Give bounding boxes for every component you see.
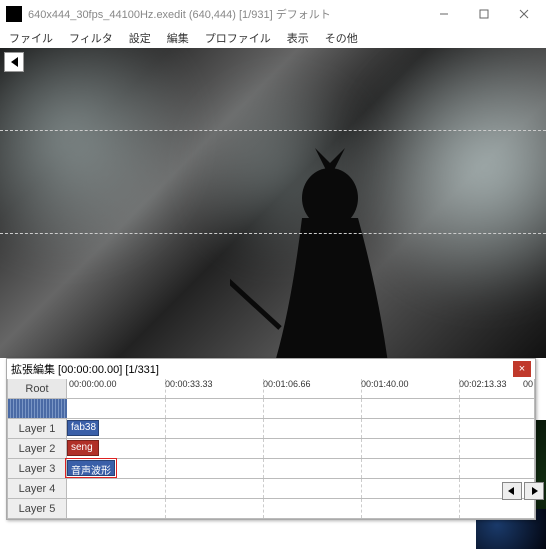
- nav-buttons: [502, 482, 544, 500]
- close-button[interactable]: [504, 0, 544, 28]
- root-header[interactable]: Root: [7, 379, 67, 399]
- ruler-tick: 00: [523, 379, 533, 389]
- timeline-track[interactable]: [67, 399, 535, 419]
- timeline-title: 拡張編集 [00:00:00.00] [1/331]: [11, 361, 513, 377]
- layer-header-3[interactable]: Layer 3: [7, 459, 67, 479]
- ruler-tick: 00:01:40.00: [361, 379, 409, 389]
- menu-view[interactable]: 表示: [280, 28, 316, 48]
- clip-fab38[interactable]: fab38: [67, 420, 99, 436]
- window-title: 640x444_30fps_44100Hz.exedit (640,444) […: [28, 6, 424, 22]
- timeline-panel: 拡張編集 [00:00:00.00] [1/331] × Root 00:00:…: [6, 358, 536, 520]
- layer-row-2[interactable]: seng: [67, 439, 535, 459]
- next-frame-button[interactable]: [524, 482, 544, 500]
- menu-file[interactable]: ファイル: [2, 28, 60, 48]
- layer-row-3[interactable]: 音声波形: [67, 459, 535, 479]
- menu-edit[interactable]: 編集: [160, 28, 196, 48]
- layer-row-5[interactable]: [67, 499, 535, 519]
- preview-area[interactable]: [0, 48, 546, 358]
- menu-settings[interactable]: 設定: [122, 28, 158, 48]
- layer-header-1[interactable]: Layer 1: [7, 419, 67, 439]
- clip-seng[interactable]: seng: [67, 440, 99, 456]
- back-to-start-button[interactable]: [4, 52, 24, 72]
- layer-row-4[interactable]: [67, 479, 535, 499]
- prev-frame-button[interactable]: [502, 482, 522, 500]
- time-ruler[interactable]: 00:00:00.00 00:00:33.33 00:01:06.66 00:0…: [67, 379, 535, 399]
- ruler-tick: 00:00:33.33: [165, 379, 213, 389]
- maximize-button[interactable]: [464, 0, 504, 28]
- waveform-preview: [7, 399, 67, 419]
- menu-filter[interactable]: フィルタ: [62, 28, 120, 48]
- layer-header-2[interactable]: Layer 2: [7, 439, 67, 459]
- ruler-tick: 00:01:06.66: [263, 379, 311, 389]
- menu-other[interactable]: その他: [318, 28, 365, 48]
- menubar: ファイル フィルタ 設定 編集 プロファイル 表示 その他: [0, 28, 546, 48]
- layer-row-1[interactable]: fab38: [67, 419, 535, 439]
- layer-header-4[interactable]: Layer 4: [7, 479, 67, 499]
- layer-header-5[interactable]: Layer 5: [7, 499, 67, 519]
- ruler-tick: 00:02:13.33: [459, 379, 507, 389]
- menu-profile[interactable]: プロファイル: [198, 28, 278, 48]
- timeline-close-button[interactable]: ×: [513, 361, 531, 377]
- minimize-button[interactable]: [424, 0, 464, 28]
- titlebar: 640x444_30fps_44100Hz.exedit (640,444) […: [0, 0, 546, 28]
- guide-line: [0, 130, 546, 234]
- clip-audio-waveform[interactable]: 音声波形: [67, 460, 115, 476]
- app-icon: [6, 6, 22, 22]
- ruler-tick: 00:00:00.00: [69, 379, 117, 389]
- timeline-titlebar[interactable]: 拡張編集 [00:00:00.00] [1/331] ×: [7, 359, 535, 379]
